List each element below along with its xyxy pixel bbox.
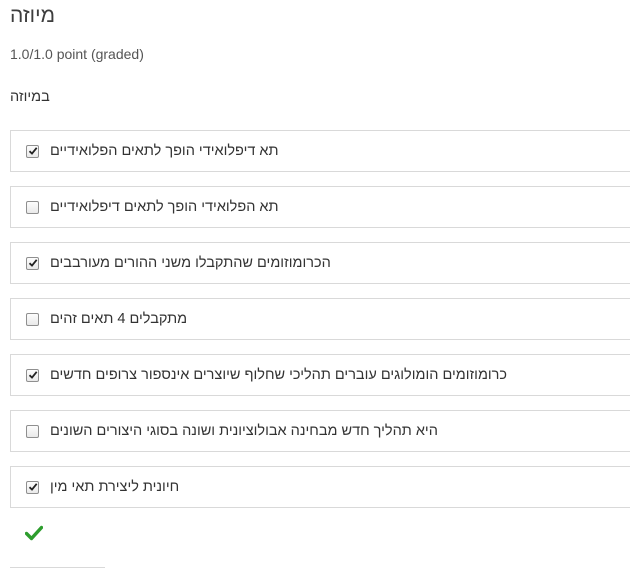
check-icon bbox=[28, 147, 37, 155]
choice-label: מתקבלים 4 תאים זהים bbox=[50, 311, 188, 327]
choice-item[interactable]: תא הפלואידי הופך לתאים דיפלואידיים bbox=[10, 186, 630, 228]
check-icon bbox=[28, 371, 37, 379]
checkbox[interactable] bbox=[26, 144, 39, 158]
checkbox[interactable] bbox=[26, 256, 39, 270]
choice-label: תא הפלואידי הופך לתאים דיפלואידיים bbox=[50, 199, 279, 215]
choice-item[interactable]: מתקבלים 4 תאים זהים bbox=[10, 298, 630, 340]
problem-score: 1.0/1.0 point (graded) bbox=[10, 46, 144, 62]
choice-label: תא דיפלואידי הופך לתאים הפלואידיים bbox=[50, 143, 279, 159]
choice-item[interactable]: חיונית ליצירת תאי מין bbox=[10, 466, 630, 508]
checkmark-icon bbox=[25, 525, 43, 541]
choice-label: חיונית ליצירת תאי מין bbox=[50, 479, 180, 495]
question-text: במיוזה bbox=[10, 89, 50, 105]
choice-item[interactable]: היא תהליך חדש מבחינה אבולוציונית ושונה ב… bbox=[10, 410, 630, 452]
divider bbox=[10, 567, 105, 568]
problem-page: מיוזה 1.0/1.0 point (graded) במיוזה תא ד… bbox=[0, 0, 630, 570]
problem-title: מיוזה bbox=[10, 4, 56, 27]
checkbox[interactable] bbox=[26, 480, 39, 494]
choice-item[interactable]: כרומוזומים הומולוגים עוברים תהליכי שחלוף… bbox=[10, 354, 630, 396]
choice-label: הכרומוזומים שהתקבלו משני ההורים מעורבבים bbox=[50, 255, 331, 271]
check-icon bbox=[28, 483, 37, 491]
checkbox[interactable] bbox=[26, 200, 39, 214]
checkbox[interactable] bbox=[26, 312, 39, 326]
checkbox[interactable] bbox=[26, 368, 39, 382]
choice-item[interactable]: תא דיפלואידי הופך לתאים הפלואידיים bbox=[10, 130, 630, 172]
choice-label: כרומוזומים הומולוגים עוברים תהליכי שחלוף… bbox=[50, 367, 508, 383]
choice-item[interactable]: הכרומוזומים שהתקבלו משני ההורים מעורבבים bbox=[10, 242, 630, 284]
check-icon bbox=[28, 259, 37, 267]
choice-label: היא תהליך חדש מבחינה אבולוציונית ושונה ב… bbox=[50, 423, 438, 439]
checkbox[interactable] bbox=[26, 424, 39, 438]
